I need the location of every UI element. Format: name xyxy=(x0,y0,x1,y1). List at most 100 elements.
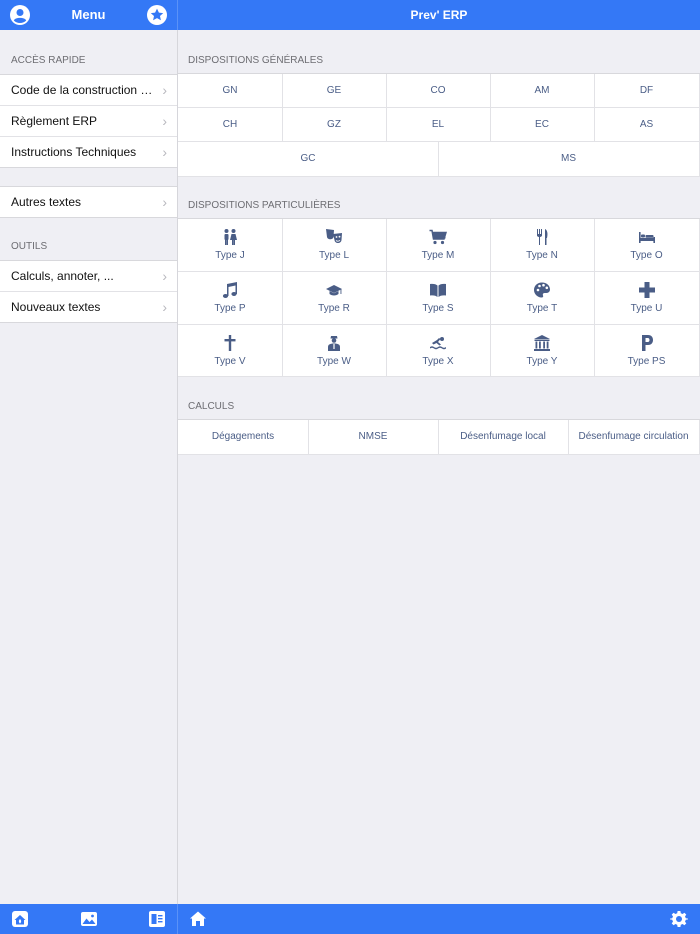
general-cell-gz[interactable]: GZ xyxy=(282,108,387,142)
home-icon[interactable] xyxy=(189,910,207,928)
latin-cross-icon xyxy=(178,334,282,352)
star-icon[interactable] xyxy=(147,5,167,25)
type-label: Type N xyxy=(526,250,558,261)
home-picture-icon[interactable] xyxy=(80,910,98,928)
gear-icon[interactable] xyxy=(670,910,688,928)
general-cell-el[interactable]: EL xyxy=(386,108,491,142)
general-cell-ge[interactable]: GE xyxy=(282,74,387,108)
theater-masks-icon xyxy=(282,228,386,246)
type-label: Type W xyxy=(317,356,351,367)
general-cell-am[interactable]: AM xyxy=(490,74,595,108)
app-title: Prev' ERP xyxy=(410,8,468,22)
fork-knife-icon xyxy=(490,228,594,246)
type-cell-t[interactable]: Type T xyxy=(490,272,595,325)
office-worker-icon xyxy=(282,334,386,352)
general-cell-ms[interactable]: MS xyxy=(438,142,700,177)
type-cell-m[interactable]: Type M xyxy=(386,219,491,272)
main-content: DISPOSITIONS GÉNÉRALES GN GE CO AM DF CH… xyxy=(178,30,700,904)
type-cell-n[interactable]: Type N xyxy=(490,219,595,272)
calc-desenfumage-circulation-button[interactable]: Désenfumage circulation xyxy=(568,420,700,455)
sidebar: ACCÈS RAPIDE Code de la construction e..… xyxy=(0,30,178,904)
sidebar-item-calculs[interactable]: Calculs, annoter, ... › xyxy=(0,261,177,292)
type-cell-x[interactable]: Type X xyxy=(386,325,491,377)
quick-access-list: Code de la construction e... › Règlement… xyxy=(0,74,177,168)
type-label: Type P xyxy=(214,303,246,314)
sidebar-item-label: Calculs, annoter, ... xyxy=(11,269,114,283)
swimmer-icon xyxy=(386,334,490,352)
general-cell-ch[interactable]: CH xyxy=(178,108,283,142)
general-cell-gc[interactable]: GC xyxy=(178,142,439,177)
types-grid: Type J Type L Type M Type N Type O Type … xyxy=(178,218,700,377)
type-cell-u[interactable]: Type U xyxy=(594,272,700,325)
shopping-cart-icon xyxy=(386,228,490,246)
section-header-calculs: CALCULS xyxy=(188,401,235,412)
sidebar-item-nouveaux-textes[interactable]: Nouveaux textes › xyxy=(0,292,177,322)
bottom-bar xyxy=(0,904,700,934)
sidebar-item-code-construction[interactable]: Code de la construction e... › xyxy=(0,75,177,106)
section-header-particular: DISPOSITIONS PARTICULIÈRES xyxy=(188,200,341,211)
graduation-cap-icon xyxy=(282,281,386,299)
type-label: Type Y xyxy=(526,356,558,367)
top-bar: Menu Prev' ERP xyxy=(0,0,700,30)
sidebar-item-label: Règlement ERP xyxy=(11,114,98,128)
calc-grid: Dégagements NMSE Désenfumage local Désen… xyxy=(178,419,700,455)
calc-nmse-button[interactable]: NMSE xyxy=(308,420,439,455)
chevron-right-icon: › xyxy=(162,113,167,129)
type-cell-r[interactable]: Type R xyxy=(282,272,387,325)
type-cell-o[interactable]: Type O xyxy=(594,219,700,272)
sidebar-item-label: Code de la construction e... xyxy=(11,83,156,97)
section-header-general: DISPOSITIONS GÉNÉRALES xyxy=(188,55,324,66)
type-cell-p[interactable]: Type P xyxy=(178,272,283,325)
type-cell-l[interactable]: Type L xyxy=(282,219,387,272)
sidebar-item-instructions-techniques[interactable]: Instructions Techniques › xyxy=(0,137,177,167)
chevron-right-icon: › xyxy=(162,194,167,210)
museum-icon xyxy=(490,334,594,352)
home-fire-icon[interactable] xyxy=(11,910,29,928)
type-cell-ps[interactable]: Type PS xyxy=(594,325,700,377)
section-header-tools: OUTILS xyxy=(11,241,48,252)
general-cell-df[interactable]: DF xyxy=(594,74,700,108)
tools-list: Calculs, annoter, ... › Nouveaux textes … xyxy=(0,260,177,323)
parking-icon xyxy=(594,334,699,352)
calc-desenfumage-local-button[interactable]: Désenfumage local xyxy=(438,420,569,455)
type-cell-j[interactable]: Type J xyxy=(178,219,283,272)
section-header-quick-access: ACCÈS RAPIDE xyxy=(11,55,86,66)
general-cell-as[interactable]: AS xyxy=(594,108,700,142)
type-label: Type J xyxy=(215,250,245,261)
type-label: Type L xyxy=(318,250,350,261)
building-list-icon[interactable] xyxy=(148,910,166,928)
type-label: Type S xyxy=(422,303,454,314)
sidebar-item-autres-textes[interactable]: Autres textes › xyxy=(0,187,177,217)
menu-title: Menu xyxy=(71,7,106,22)
footer-divider xyxy=(177,904,178,934)
chevron-right-icon: › xyxy=(162,268,167,284)
user-icon[interactable] xyxy=(10,5,30,25)
type-cell-s[interactable]: Type S xyxy=(386,272,491,325)
type-label: Type PS xyxy=(627,356,666,367)
sidebar-item-label: Autres textes xyxy=(11,195,82,209)
sidebar-item-label: Instructions Techniques xyxy=(11,145,137,159)
type-cell-w[interactable]: Type W xyxy=(282,325,387,377)
general-cell-co[interactable]: CO xyxy=(386,74,491,108)
chevron-right-icon: › xyxy=(162,299,167,315)
bed-icon xyxy=(594,228,699,246)
type-cell-v[interactable]: Type V xyxy=(178,325,283,377)
type-label: Type T xyxy=(526,303,558,314)
music-note-icon xyxy=(178,281,282,299)
people-icon xyxy=(178,228,282,246)
chevron-right-icon: › xyxy=(162,144,167,160)
type-cell-y[interactable]: Type Y xyxy=(490,325,595,377)
calc-degagements-button[interactable]: Dégagements xyxy=(178,420,309,455)
type-label: Type O xyxy=(630,250,663,261)
type-label: Type R xyxy=(318,303,350,314)
open-book-icon xyxy=(386,281,490,299)
chevron-right-icon: › xyxy=(162,82,167,98)
medical-cross-icon xyxy=(594,281,699,299)
general-cell-gn[interactable]: GN xyxy=(178,74,283,108)
general-cell-ec[interactable]: EC xyxy=(490,108,595,142)
type-label: Type U xyxy=(630,303,663,314)
sidebar-item-label: Nouveaux textes xyxy=(11,300,101,314)
other-texts-list: Autres textes › xyxy=(0,186,177,218)
type-label: Type V xyxy=(214,356,246,367)
sidebar-item-reglement-erp[interactable]: Règlement ERP › xyxy=(0,106,177,137)
